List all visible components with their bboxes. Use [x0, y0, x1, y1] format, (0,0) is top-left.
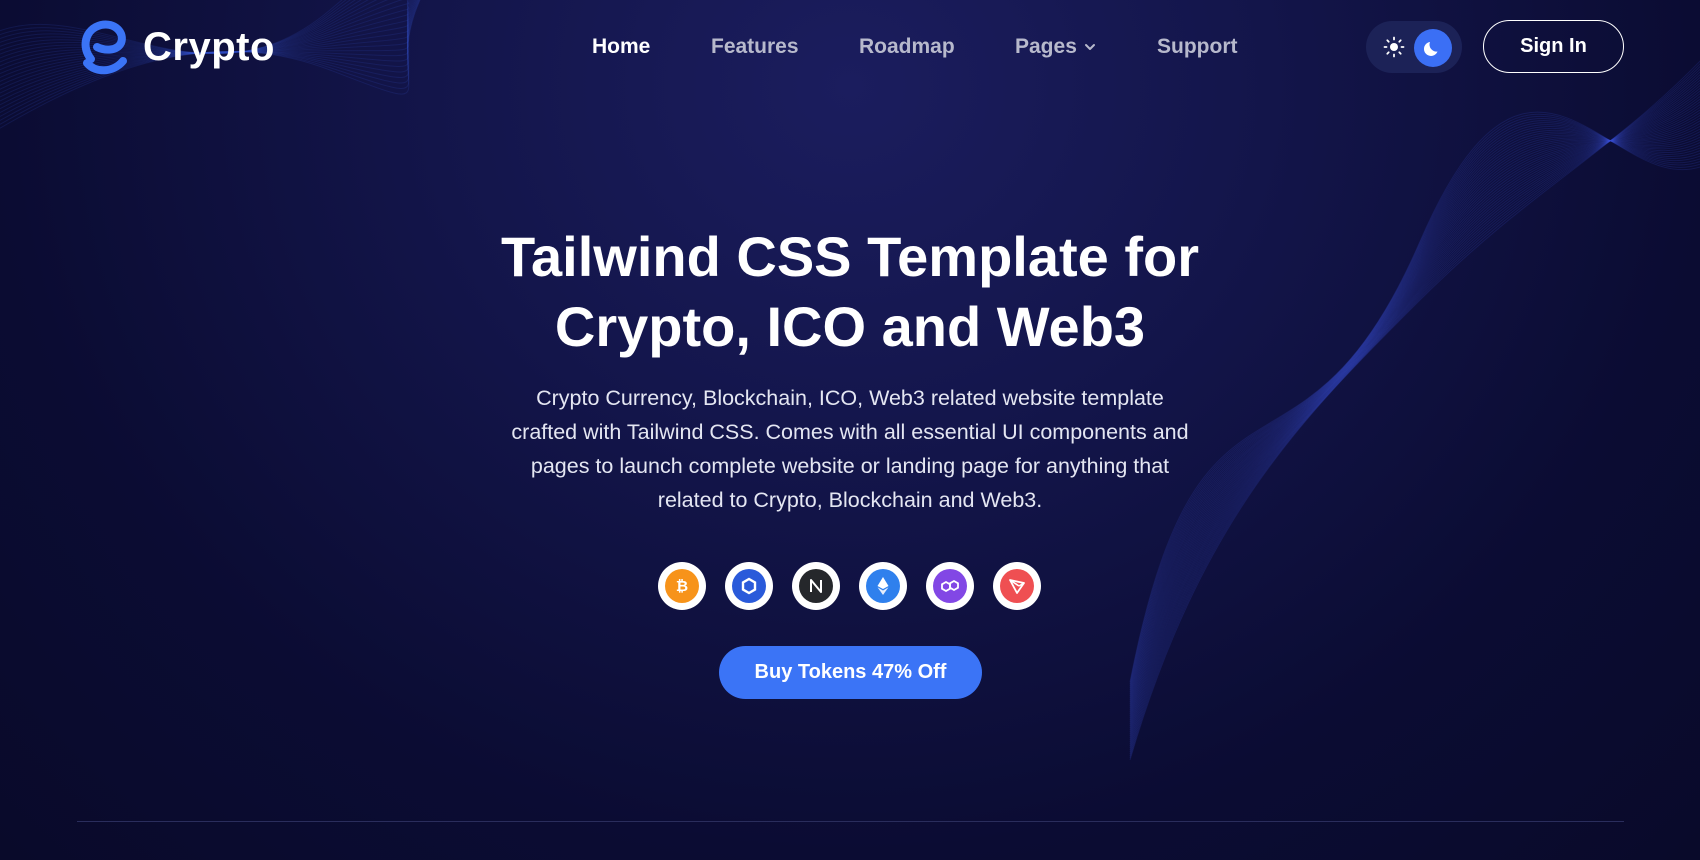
svg-text:₿: ₿ [676, 577, 688, 595]
hero-title-line-1: Tailwind CSS Template for [500, 225, 1199, 288]
moon-icon [1423, 42, 1438, 56]
bitcoin-icon: ₿ [665, 569, 699, 603]
nav-item-support[interactable]: Support [1157, 32, 1237, 62]
hero-subtitle-line: related to Crypto, Blockchain and Web3. [657, 488, 1043, 512]
near-icon [799, 569, 833, 603]
hero-title-line-2: Crypto, ICO and Web3 [554, 295, 1146, 358]
coin-near [792, 562, 840, 610]
hero-subtitle-line: Crypto Currency, Blockchain, ICO, Web3 r… [536, 386, 1164, 410]
dark-mode-button[interactable] [1414, 29, 1452, 67]
buy-tokens-button[interactable]: Buy Tokens 47% Off [719, 646, 982, 699]
chevron-down-icon [1084, 44, 1095, 50]
site-header: Crypto Home Features Roadmap Pages Suppo… [0, 0, 1700, 94]
ethereum-icon [866, 569, 900, 603]
hero-subtitle-line: crafted with Tailwind CSS. Comes with al… [511, 420, 1189, 444]
nav-item-roadmap[interactable]: Roadmap [859, 32, 955, 62]
sign-in-button[interactable]: Sign In [1483, 20, 1624, 73]
coin-ethereum [859, 562, 907, 610]
sun-icon[interactable] [1382, 35, 1406, 59]
page: Crypto Home Features Roadmap Pages Suppo… [0, 0, 1700, 860]
nav-item-pages[interactable]: Pages [1015, 32, 1097, 62]
nav-item-home[interactable]: Home [592, 32, 650, 62]
coin-bitcoin: ₿ [658, 562, 706, 610]
nav-item-features[interactable]: Features [711, 32, 799, 62]
theme-toggle[interactable] [1366, 21, 1462, 73]
hero-title: Tailwind CSS Template for Crypto, ICO an… [350, 222, 1350, 362]
coin-tron [993, 562, 1041, 610]
nav-item-pages-label: Pages [1015, 35, 1077, 58]
tron-icon [1000, 569, 1034, 603]
chainlink-icon [732, 569, 766, 603]
coin-chainlink [725, 562, 773, 610]
polygon-icon [933, 569, 967, 603]
hero-subtitle: Crypto Currency, Blockchain, ICO, Web3 r… [470, 381, 1230, 517]
hero-subtitle-line: pages to launch complete website or land… [530, 454, 1170, 478]
coin-polygon [926, 562, 974, 610]
section-divider [77, 821, 1624, 822]
